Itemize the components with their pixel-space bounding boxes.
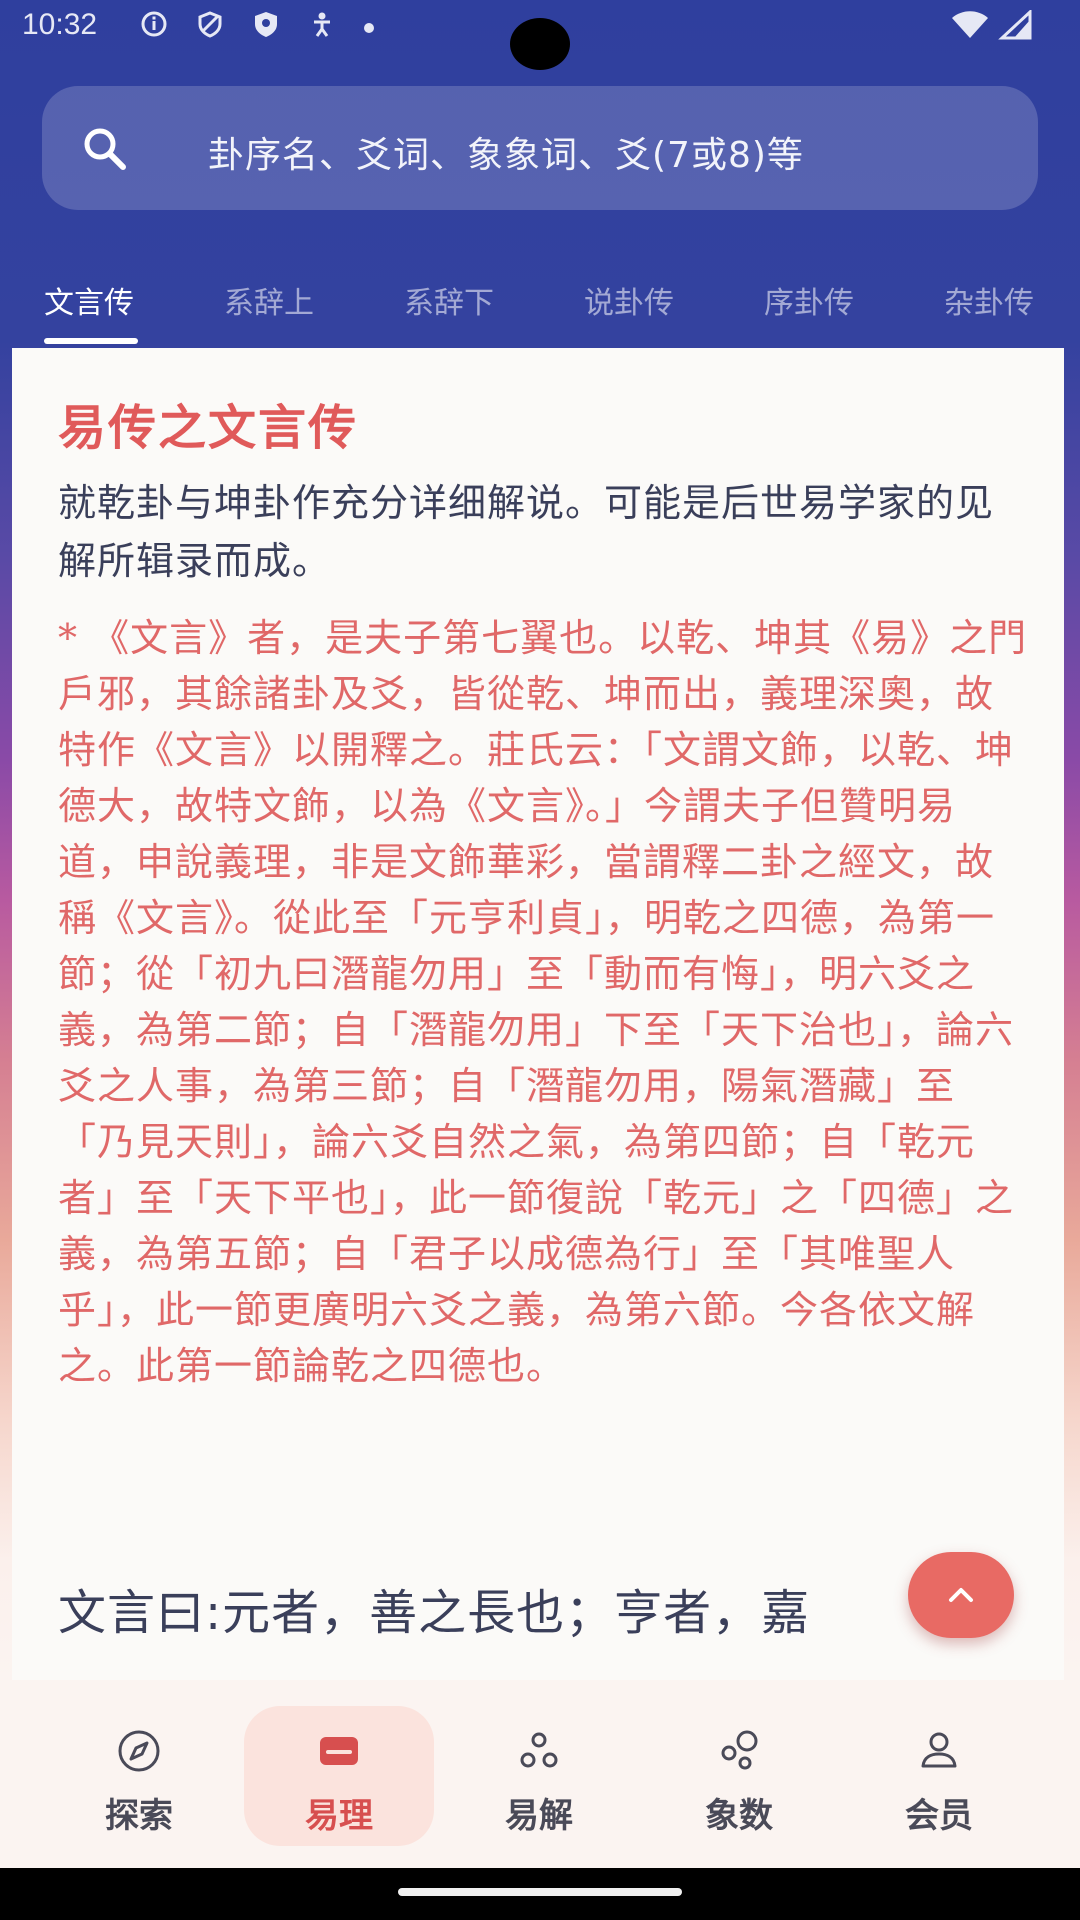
nav-label-yijie: 易解 [505,1796,573,1836]
nav-item-xiangshu[interactable]: 象数 [644,1706,834,1846]
status-notification-icons [140,10,374,38]
nav-item-yijie[interactable]: 易解 [444,1706,634,1846]
search-icon [84,128,126,170]
person-icon [921,1732,957,1768]
article-card[interactable]: 易传之文言传 就乾卦与坤卦作充分详细解说。可能是后世易学家的见解所辑录而成。 *… [12,348,1064,1680]
home-indicator[interactable] [398,1888,682,1896]
security-shield-icon [255,12,277,37]
circles-icon [520,1732,558,1768]
nav-label-yili: 易理 [305,1796,373,1836]
compass-icon [118,1730,160,1772]
nav-label-xiangshu: 象数 [705,1796,773,1836]
signal-icon [998,10,1032,40]
bubbles-icon [721,1730,758,1770]
nav-label-member: 会员 [905,1796,973,1836]
card-icon [320,1737,358,1765]
status-time: 10:32 [22,8,98,41]
gesture-area [0,1868,1080,1920]
article-title: 易传之文言传 [58,400,359,456]
tab-indicator [44,338,138,344]
search-placeholder: 卦序名、爻词、象象词、爻(7或8)等 [208,135,804,176]
nav-item-yili[interactable]: 易理 [244,1706,434,1846]
article-commentary: * 《文言》者，是夫子第七翼也。以乾、坤其《易》之門戶邪，其餘諸卦及爻，皆從乾、… [58,616,1028,1388]
scroll-to-top-button[interactable] [908,1552,1014,1638]
nav-item-member[interactable]: 会员 [844,1706,1034,1846]
nav-label-explore: 探索 [105,1796,173,1836]
tab-zagua[interactable]: 杂卦传 [944,278,1044,326]
accessibility-icon [314,12,330,37]
shield-icon [198,11,222,38]
wifi-icon [952,11,988,38]
tab-wenyan[interactable]: 文言传 [44,278,144,326]
info-icon [141,11,167,37]
camera-cutout [510,18,570,70]
tab-shuogua[interactable]: 说卦传 [584,278,684,326]
status-dot-icon [364,23,374,33]
search-input[interactable]: 卦序名、爻词、象象词、爻(7或8)等 [42,86,1038,210]
chevron-up-icon [949,1588,973,1602]
article-summary: 就乾卦与坤卦作充分详细解说。可能是后世易学家的见解所辑录而成。 [58,481,995,583]
tab-xici-shang[interactable]: 系辞上 [224,278,324,326]
tab-bar: 文言传 系辞上 系辞下 说卦传 序卦传 杂卦传 [0,266,1080,346]
status-bar: 10:32 [0,0,1080,70]
tab-xici-xia[interactable]: 系辞下 [404,278,504,326]
nav-item-explore[interactable]: 探索 [44,1706,234,1846]
tab-xugua[interactable]: 序卦传 [764,278,864,326]
bottom-navigation: 探索 易理 易解 象数 会员 [0,1680,1080,1868]
status-system-icons [950,10,1032,40]
